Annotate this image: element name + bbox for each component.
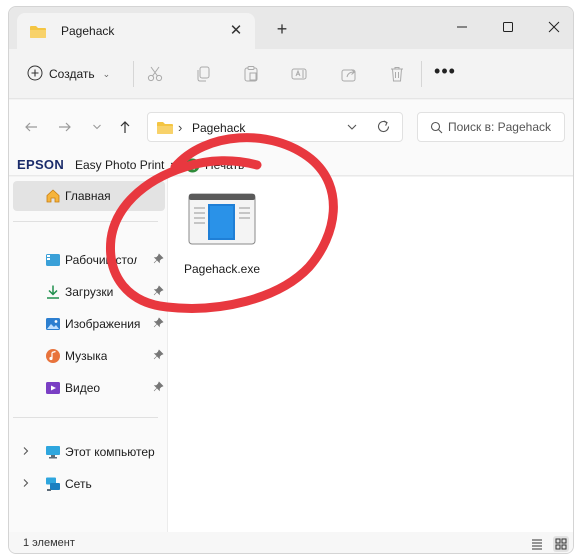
- sidebar-item-label: Загрузки: [65, 285, 114, 299]
- exe-file-icon: [188, 193, 256, 248]
- search-box[interactable]: [417, 112, 565, 142]
- navigation-pane: Главная Рабочий стол Загрузки Изображени…: [9, 177, 167, 532]
- sidebar-item-label: Рабочий стол: [65, 253, 137, 267]
- sidebar-item-label: Главная: [65, 189, 111, 203]
- search-input[interactable]: [448, 120, 562, 134]
- folder-icon: [156, 121, 174, 138]
- desktop-icon: [45, 252, 61, 268]
- breadcrumb-chevron-icon[interactable]: ›: [178, 120, 182, 135]
- pictures-icon: [45, 316, 61, 332]
- computer-icon: [45, 444, 61, 460]
- toolbar-divider: [133, 61, 134, 87]
- back-arrow-icon[interactable]: [21, 117, 41, 137]
- item-count: 1 элемент: [23, 537, 75, 549]
- sidebar-item-label: Музыка: [65, 349, 108, 363]
- sidebar-item-label: Сеть: [65, 477, 92, 491]
- sidebar-divider: [13, 221, 158, 222]
- file-item[interactable]: Pagehack.exe: [182, 191, 262, 291]
- new-tab-button[interactable]: +: [271, 19, 293, 41]
- close-window-button[interactable]: [531, 13, 573, 41]
- pin-icon[interactable]: [153, 381, 164, 395]
- file-list-pane: Pagehack.exe: [167, 177, 573, 532]
- sidebar-item-label: Изображения: [65, 317, 141, 331]
- download-icon: [45, 284, 61, 300]
- epson-app-button[interactable]: Easy Photo Print: [75, 158, 164, 172]
- explorer-window: Pagehack ✕ + Создать ⌄ ••• › Pagehack По…: [8, 6, 574, 554]
- paste-icon[interactable]: [239, 63, 263, 85]
- title-bar: Pagehack ✕ +: [9, 7, 573, 49]
- sidebar-item-label: Этот компьютер: [65, 445, 155, 459]
- minimize-button[interactable]: [439, 13, 485, 41]
- file-name: Pagehack.exe: [183, 262, 261, 276]
- pin-icon[interactable]: [153, 317, 164, 331]
- sidebar-divider: [13, 417, 158, 418]
- more-options-button[interactable]: •••: [431, 62, 459, 86]
- rename-icon[interactable]: [287, 63, 311, 85]
- network-icon: [45, 476, 61, 492]
- address-dropdown-icon[interactable]: [346, 121, 358, 136]
- pin-icon[interactable]: [153, 349, 164, 363]
- delete-icon[interactable]: [385, 63, 409, 85]
- large-icons-view-icon[interactable]: [553, 536, 569, 552]
- tab-close-icon[interactable]: ✕: [225, 20, 247, 42]
- home-icon: [45, 188, 61, 204]
- sidebar-item-label: Видео: [65, 381, 101, 395]
- create-label: Создать: [49, 67, 95, 81]
- tab-title: Pagehack: [61, 24, 115, 38]
- sidebar-item-network[interactable]: Сеть: [13, 469, 165, 499]
- pin-icon[interactable]: [153, 253, 164, 267]
- pin-icon[interactable]: [153, 285, 164, 299]
- sidebar-item-downloads[interactable]: Загрузки: [13, 277, 165, 307]
- forward-arrow-icon[interactable]: [55, 117, 75, 137]
- cut-icon[interactable]: [143, 63, 167, 85]
- share-icon[interactable]: [337, 63, 361, 85]
- up-arrow-icon[interactable]: [115, 117, 135, 137]
- expand-chevron-icon[interactable]: [21, 445, 31, 459]
- epson-toolbar: EPSON Easy Photo Print ▼ Печать: [9, 154, 573, 176]
- epson-print-button[interactable]: Печать: [205, 158, 244, 172]
- sidebar-item-this-pc[interactable]: Этот компьютер: [13, 437, 165, 467]
- tab-pagehack[interactable]: Pagehack ✕: [17, 13, 255, 49]
- breadcrumb-item[interactable]: Pagehack: [192, 121, 245, 135]
- command-bar: Создать ⌄ •••: [9, 49, 573, 99]
- folder-icon: [29, 25, 47, 42]
- details-view-icon[interactable]: [529, 536, 545, 552]
- address-bar[interactable]: › Pagehack: [147, 112, 403, 142]
- plus-circle-icon: [27, 65, 43, 84]
- sidebar-item-pictures[interactable]: Изображения: [13, 309, 165, 339]
- sidebar-item-desktop[interactable]: Рабочий стол: [13, 245, 165, 275]
- search-icon: [430, 121, 443, 137]
- sidebar-item-videos[interactable]: Видео: [13, 373, 165, 403]
- recent-chevron-icon[interactable]: [87, 117, 107, 137]
- expand-chevron-icon[interactable]: [21, 477, 31, 491]
- create-button[interactable]: Создать ⌄: [21, 62, 116, 86]
- refresh-icon[interactable]: [376, 119, 391, 137]
- sidebar-item-home[interactable]: Главная: [13, 181, 165, 211]
- video-icon: [45, 380, 61, 396]
- epson-logo: EPSON: [17, 157, 65, 172]
- maximize-button[interactable]: [485, 13, 531, 41]
- chevron-down-icon: ⌄: [102, 68, 111, 79]
- navigation-bar: › Pagehack: [9, 100, 573, 154]
- printer-icon: [185, 158, 200, 176]
- epson-dropdown-icon[interactable]: ▼: [169, 160, 178, 170]
- status-bar: 1 элемент: [9, 532, 573, 553]
- sidebar-item-music[interactable]: Музыка: [13, 341, 165, 371]
- copy-icon[interactable]: [191, 63, 215, 85]
- toolbar-divider: [421, 61, 422, 87]
- music-icon: [45, 348, 61, 364]
